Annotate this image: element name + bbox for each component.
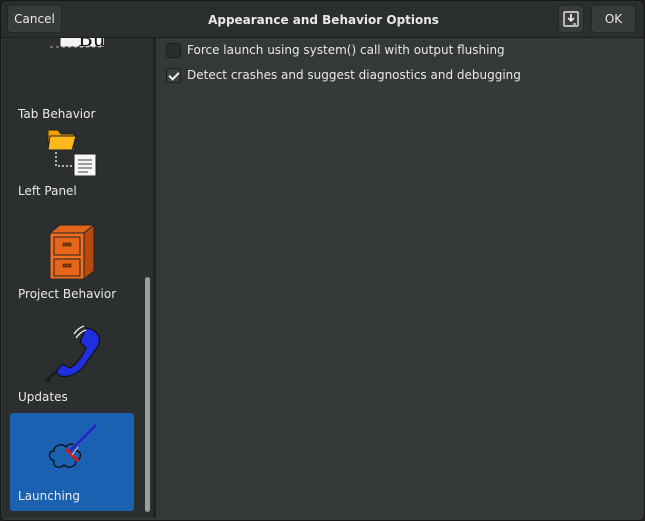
option-force-launch[interactable]: Force launch using system() call with ou… bbox=[166, 41, 505, 59]
ok-button[interactable]: OK bbox=[591, 5, 636, 33]
telephone-icon bbox=[45, 325, 101, 382]
header-bar: Appearance and Behavior Options Cancel O… bbox=[1, 1, 644, 38]
options-panel: Force launch using system() call with ou… bbox=[156, 38, 644, 518]
sidebar-item-label: Launching bbox=[18, 489, 81, 503]
sidebar-scroll-thumb[interactable] bbox=[144, 276, 151, 513]
force-launch-checkbox[interactable] bbox=[166, 42, 181, 58]
option-label: Force launch using system() call with ou… bbox=[187, 43, 505, 57]
options-dialog: Appearance and Behavior Options Cancel O… bbox=[0, 0, 645, 521]
folder-tree-icon bbox=[47, 129, 97, 176]
option-detect-crashes[interactable]: Detect crashes and suggest diagnostics a… bbox=[166, 66, 521, 84]
category-sidebar: Bu Tab Behavior Left Panel Project Behav… bbox=[2, 38, 154, 518]
sidebar-item-label: Left Panel bbox=[18, 184, 77, 198]
filing-cabinet-icon bbox=[48, 223, 96, 279]
detect-crashes-checkbox[interactable] bbox=[166, 67, 181, 83]
sidebar-item-left-panel[interactable]: Left Panel bbox=[10, 108, 134, 206]
cancel-button[interactable]: Cancel bbox=[7, 5, 62, 33]
option-label: Detect crashes and suggest diagnostics a… bbox=[187, 68, 521, 82]
save-button[interactable] bbox=[558, 5, 584, 33]
save-icon bbox=[563, 11, 579, 27]
dialog-title: Appearance and Behavior Options bbox=[208, 12, 439, 27]
sidebar-item-project-behavior[interactable]: Project Behavior bbox=[10, 211, 134, 309]
sidebar-item-launching[interactable]: Launching bbox=[10, 413, 134, 511]
sidebar-item-label: Project Behavior bbox=[18, 287, 117, 301]
sidebar-item-label: Updates bbox=[18, 390, 68, 404]
sidebar-item-updates[interactable]: Updates bbox=[10, 314, 134, 412]
rocket-launch-icon bbox=[48, 423, 98, 468]
